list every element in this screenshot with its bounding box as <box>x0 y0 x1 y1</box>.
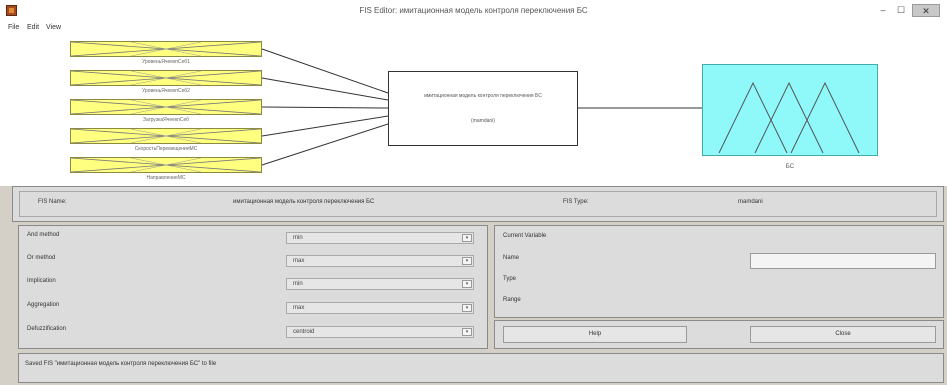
fis-type-label: FIS Type: <box>563 199 589 205</box>
status-bar: Saved FIS "имитационная модель контроля … <box>18 353 944 383</box>
input-variable-box-5[interactable] <box>70 157 262 173</box>
defuzzification-select[interactable]: centroid ▾ <box>286 326 474 338</box>
output-variable-label: БС <box>785 164 795 170</box>
or-method-value: max <box>293 258 305 264</box>
menu-file[interactable]: File <box>8 24 19 31</box>
and-method-select[interactable]: min ▾ <box>286 232 474 244</box>
window-title: FIS Editor: имитационная модель контроля… <box>359 6 588 15</box>
current-variable-title: Current Variable <box>503 233 547 239</box>
fis-name-value: имитационная модель контроля переключени… <box>233 199 375 205</box>
chevron-down-icon: ▾ <box>462 257 472 265</box>
aggregation-select[interactable]: max ▾ <box>286 302 474 314</box>
input-variable-box-3[interactable] <box>70 99 262 115</box>
input-variable-label-2: УровеньЯчеекпСеб2 <box>142 88 190 94</box>
variable-name-label: Name <box>503 255 520 261</box>
fis-diagram: УровеньЯчеекпСеб1 УровеньЯчеекпСеб2 Загр… <box>0 36 947 186</box>
aggregation-value: max <box>293 305 305 311</box>
input-variable-box-2[interactable] <box>70 70 262 86</box>
implication-label: Implication <box>27 278 56 284</box>
input-variable-box-4[interactable] <box>70 128 262 144</box>
close-button[interactable]: Close <box>750 326 936 343</box>
chevron-down-icon: ▾ <box>462 328 472 336</box>
methods-panel: And method min ▾ Or method max ▾ Implica… <box>18 225 488 349</box>
menu-view[interactable]: View <box>46 24 61 31</box>
close-icon[interactable]: ✕ <box>912 4 940 17</box>
input-variable-label-1: УровеньЯчеекпСеб1 <box>142 59 190 65</box>
button-panel: Help Close <box>494 320 944 349</box>
help-button[interactable]: Help <box>503 326 687 343</box>
implication-value: min <box>293 281 303 287</box>
chevron-down-icon: ▾ <box>462 304 472 312</box>
fis-system-box[interactable]: имитационная модель контроля переключени… <box>388 71 578 146</box>
input-variable-label-5: НаправлениеМС <box>146 175 186 181</box>
defuzzification-label: Defuzzification <box>27 326 67 332</box>
or-method-select[interactable]: max ▾ <box>286 255 474 267</box>
fis-name-label: FIS Name: <box>38 199 67 205</box>
minimize-icon[interactable]: ‒ <box>876 4 890 17</box>
variable-name-field[interactable] <box>750 253 936 269</box>
and-method-label: And method <box>27 232 60 238</box>
input-variable-box-1[interactable] <box>70 41 262 57</box>
current-variable-panel: Current Variable Name Type Range <box>494 225 944 318</box>
defuzzification-value: centroid <box>293 329 315 335</box>
chevron-down-icon: ▾ <box>462 280 472 288</box>
output-variable-box[interactable] <box>702 64 878 156</box>
menu-edit[interactable]: Edit <box>27 24 39 31</box>
menu-bar: File Edit View <box>0 22 947 36</box>
chevron-down-icon: ▾ <box>462 234 472 242</box>
aggregation-label: Aggregation <box>27 302 60 308</box>
or-method-label: Or method <box>27 255 56 261</box>
membership-triangles <box>718 81 860 154</box>
input-variable-label-3: ЗагрузкаЯчеекпСеб <box>142 117 190 123</box>
implication-select[interactable]: min ▾ <box>286 278 474 290</box>
fis-type-value: mamdani <box>738 199 763 205</box>
variable-range-label: Range <box>503 297 521 303</box>
system-name-label: имитационная модель контроля переключени… <box>424 93 542 99</box>
status-message: Saved FIS "имитационная модель контроля … <box>25 361 217 367</box>
and-method-value: min <box>293 235 303 241</box>
maximize-icon[interactable]: ☐ <box>894 4 908 17</box>
title-bar: FIS Editor: имитационная модель контроля… <box>0 0 947 22</box>
variable-type-label: Type <box>503 276 517 282</box>
system-type-label: (mamdani) <box>471 118 495 124</box>
fis-info-panel: FIS Name: имитационная модель контроля п… <box>12 186 944 222</box>
input-variable-label-4: СкоростьПеремещенияМС <box>134 146 198 152</box>
